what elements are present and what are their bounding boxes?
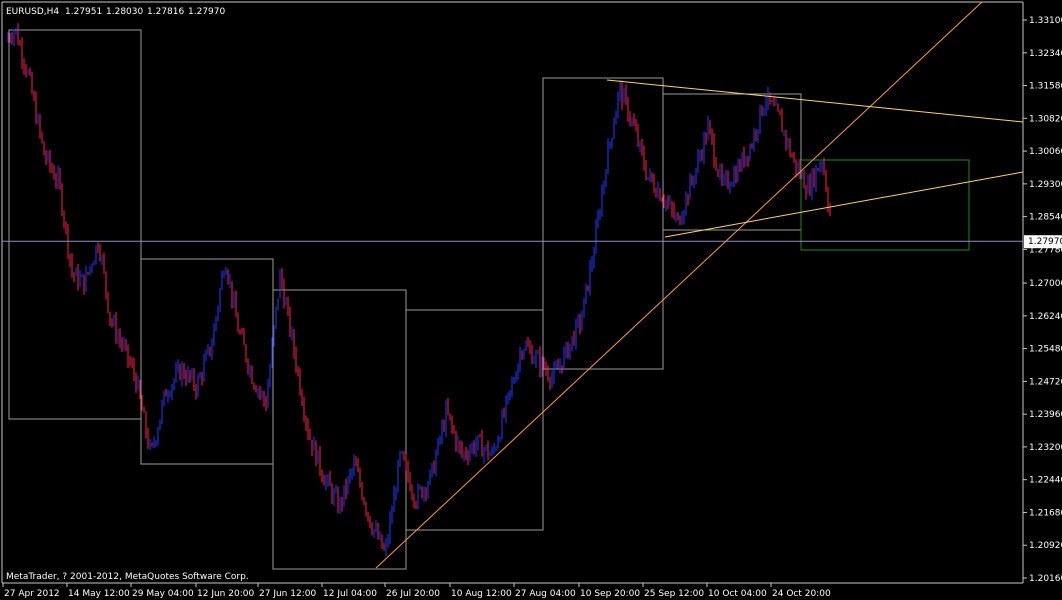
symbol-label: EURUSD,H4 <box>6 7 59 17</box>
price-tick-label: 1.29300 <box>1029 180 1062 190</box>
time-tick-label: 12 Jul 04:00 <box>323 589 377 599</box>
price-tick-label: 1.31580 <box>1029 82 1062 92</box>
close-value: 1.27970 <box>188 7 225 17</box>
time-tick-label: 25 Sep 12:00 <box>644 589 704 599</box>
symbol-header: EURUSD,H4 1.27951 1.28030 1.27816 1.2797… <box>6 7 225 17</box>
price-tick-label: 1.32340 <box>1029 49 1062 59</box>
time-tick-label: 10 Aug 12:00 <box>451 589 512 599</box>
chart-background <box>0 0 1062 600</box>
time-tick-label: 29 May 04:00 <box>132 589 194 599</box>
time-tick-label: 27 Apr 2012 <box>4 589 60 599</box>
time-tick-label: 14 May 12:00 <box>68 589 130 599</box>
time-tick-label: 12 Jun 20:00 <box>197 589 254 599</box>
low-value: 1.27816 <box>147 7 184 17</box>
price-tick-label: 1.24720 <box>1029 377 1062 387</box>
open-value: 1.27951 <box>65 7 102 17</box>
current-price-value: 1.27970 <box>1028 237 1062 247</box>
high-value: 1.28030 <box>106 7 143 17</box>
copyright-text: MetaTrader, ? 2001-2012, MetaQuotes Soft… <box>6 572 249 582</box>
price-tick-label: 1.20920 <box>1029 541 1062 551</box>
price-tick-label: 1.33100 <box>1029 16 1062 26</box>
price-tick-label: 1.30060 <box>1029 147 1062 157</box>
time-tick-label: 27 Aug 04:00 <box>515 589 576 599</box>
price-chart[interactable]: 1.33100 1.32340 1.31580 1.30820 1.30060 1.293… <box>0 0 1062 600</box>
price-tick-label: 1.20160 <box>1029 574 1062 584</box>
price-tick-label: 1.26240 <box>1029 312 1062 322</box>
time-tick-label: 24 Oct 20:00 <box>772 589 831 599</box>
price-tick-label: 1.27000 <box>1029 279 1062 289</box>
price-tick-label: 1.23960 <box>1029 410 1062 420</box>
price-tick-label: 1.30820 <box>1029 114 1062 124</box>
price-tick-label: 1.25480 <box>1029 345 1062 355</box>
price-tick-label: 1.28540 <box>1029 213 1062 223</box>
time-tick-label: 27 Jun 12:00 <box>259 589 316 599</box>
price-tick-label: 1.23200 <box>1029 443 1062 453</box>
price-tick-label: 1.22440 <box>1029 476 1062 486</box>
time-tick-label: 10 Oct 04:00 <box>708 589 767 599</box>
time-tick-label: 10 Sep 20:00 <box>580 589 640 599</box>
time-tick-label: 26 Jul 20:00 <box>386 589 440 599</box>
price-tick-label: 1.21680 <box>1029 508 1062 518</box>
